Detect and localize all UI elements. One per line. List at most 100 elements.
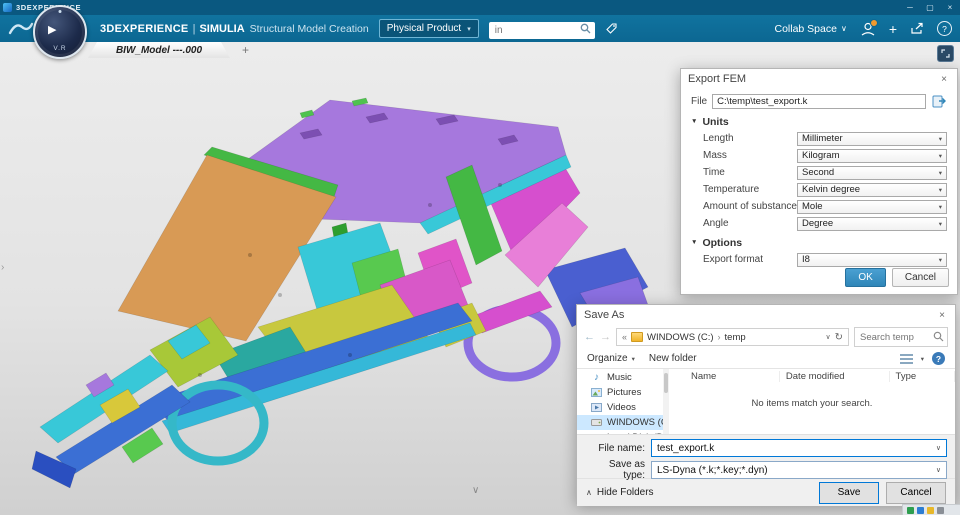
breadcrumb-drive[interactable]: WINDOWS (C:) [647,332,714,343]
address-bar[interactable]: « WINDOWS (C:) › temp ∨ ↻ [616,328,849,346]
drive-icon [591,419,602,426]
close-button[interactable]: × [940,0,960,15]
save-as-buttons: Save Cancel [819,481,946,504]
length-unit-dropdown[interactable]: Millimeter ▾ [797,131,947,146]
mass-unit-dropdown[interactable]: Kilogram ▾ [797,148,947,163]
save-button[interactable]: Save [819,481,879,504]
save-as-cancel-button[interactable]: Cancel [886,481,946,504]
explorer-help-icon[interactable]: ? [932,352,945,365]
unit-row-substance: Amount of substance Mole ▾ [691,198,947,215]
sidebar-item-music[interactable]: ♪ Music [577,370,663,385]
file-label: File [691,95,708,107]
context-type-dropdown[interactable]: Physical Product ▾ [378,19,479,38]
tray-icon-green[interactable] [907,506,914,514]
file-name-label: File name: [598,442,645,454]
tray-icon-yellow[interactable] [927,506,934,514]
file-name-value: test_export.k [657,442,715,454]
organize-menu[interactable]: Organize ▾ [587,353,635,364]
chevron-down-icon: ∨ [840,24,847,33]
unit-row-mass: Mass Kilogram ▾ [691,147,947,164]
sidebar-label: Local Disk (D:) [607,432,663,434]
column-header-date-modified[interactable]: Date modified [780,371,890,382]
export-cancel-button[interactable]: Cancel [891,268,949,287]
temperature-label: Temperature [703,184,760,195]
collapse-triangle-icon: ▼ [691,239,698,246]
browse-file-icon[interactable] [931,94,947,108]
minimize-button[interactable]: ─ [900,0,920,15]
temperature-unit-dropdown[interactable]: Kelvin degree ▾ [797,182,947,197]
options-section-header[interactable]: ▼ Options [691,234,947,251]
new-folder-label: New folder [648,353,697,364]
export-file-path-input[interactable] [712,93,926,109]
tray-icon-blue[interactable] [917,506,924,514]
document-tab[interactable]: BIW_Model ---.000 [88,42,230,58]
options-section-label: Options [702,236,743,249]
search-icon[interactable] [580,23,591,34]
scrollbar-thumb[interactable] [664,373,668,393]
help-button[interactable]: ? [937,21,952,36]
share-icon[interactable] [910,22,924,35]
save-type-dropdown[interactable]: LS-Dyna (*.k;*.key;*.dyn) ∨ [651,461,947,479]
export-dialog-close-icon[interactable]: × [938,74,950,85]
column-header-name[interactable]: Name [669,371,780,382]
file-name-input[interactable]: test_export.k ∨ [651,439,947,457]
compass-play-icon: ▶ [48,24,57,36]
user-avatar[interactable] [860,18,878,37]
file-list-area[interactable]: Name Date modified Type No items match y… [669,369,955,434]
sidebar-item-pictures[interactable]: Pictures [577,385,663,400]
change-view-icon[interactable] [899,353,913,364]
ok-button[interactable]: OK [845,268,886,287]
chevron-down-icon[interactable]: ∨ [936,444,941,452]
videos-icon [591,403,602,412]
time-unit-dropdown[interactable]: Second ▾ [797,165,947,180]
caret-down-icon: ▾ [938,203,942,211]
fullscreen-toggle-button[interactable] [937,45,954,62]
search-icon[interactable] [933,331,944,342]
sidebar-item-local-disk-d[interactable]: Local Disk (D:) [577,430,663,434]
organize-label: Organize [587,353,628,364]
new-tab-button[interactable]: + [242,43,249,57]
new-folder-button[interactable]: New folder [649,353,697,364]
units-section-label: Units [702,115,729,128]
export-dialog-body: File ▼ Units Length Millimeter ▾ [681,89,957,268]
breadcrumb-separator-icon: › [717,332,721,342]
maximize-button[interactable]: ▢ [920,0,940,15]
sidebar-item-videos[interactable]: Videos [577,400,663,415]
bottom-panel-expander[interactable]: ∨ [472,485,479,496]
address-dropdown-icon[interactable]: ∨ [825,333,830,341]
export-format-dropdown[interactable]: I8 ▾ [797,252,947,267]
forward-button[interactable]: → [600,331,611,343]
refresh-icon[interactable]: ↻ [835,332,843,343]
column-header-type[interactable]: Type [890,371,955,382]
sidebar-label: Pictures [607,387,642,398]
angle-unit-dropdown[interactable]: Degree ▾ [797,216,947,231]
save-as-close-icon[interactable]: × [936,310,948,321]
tag-icon[interactable] [605,22,618,35]
caret-down-icon: ▾ [631,355,635,363]
amount-of-substance-unit-dropdown[interactable]: Mole ▾ [797,199,947,214]
units-section-header[interactable]: ▼ Units [691,113,947,130]
length-label: Length [703,133,734,144]
sidebar-item-windows-c[interactable]: WINDOWS (C:) [577,415,663,430]
app-title: 3DEXPERIENCE | SIMULIA Structural Model … [100,23,369,35]
3dexperience-compass[interactable]: ▶ V.R [33,5,87,59]
breadcrumb-folder[interactable]: temp [725,332,746,343]
export-dialog-title: Export FEM [688,73,747,85]
back-button[interactable]: ← [584,331,595,343]
save-type-label: Save as type: [608,459,645,481]
caret-down-icon: ▾ [938,256,942,264]
view-caret-down-icon[interactable]: ▾ [921,355,924,363]
angle-label: Angle [703,218,729,229]
chevron-down-icon[interactable]: ∨ [936,466,941,474]
left-panel-expander[interactable]: › [1,262,4,273]
model-3d-biw-car[interactable] [0,55,660,505]
save-type-row: Save as type: LS-Dyna (*.k;*.key;*.dyn) … [585,459,947,481]
save-type-value: LS-Dyna (*.k;*.key;*.dyn) [657,464,768,476]
temperature-unit-value: Kelvin degree [802,184,861,195]
sidebar-label: WINDOWS (C:) [607,417,663,428]
add-content-button[interactable]: + [889,22,897,36]
address-overflow-icon[interactable]: « [622,332,627,342]
collab-space-dropdown[interactable]: Collab Space ∨ [774,23,846,35]
hide-folders-button[interactable]: ∧ Hide Folders [586,487,654,498]
tray-icon-gray[interactable] [937,506,944,514]
